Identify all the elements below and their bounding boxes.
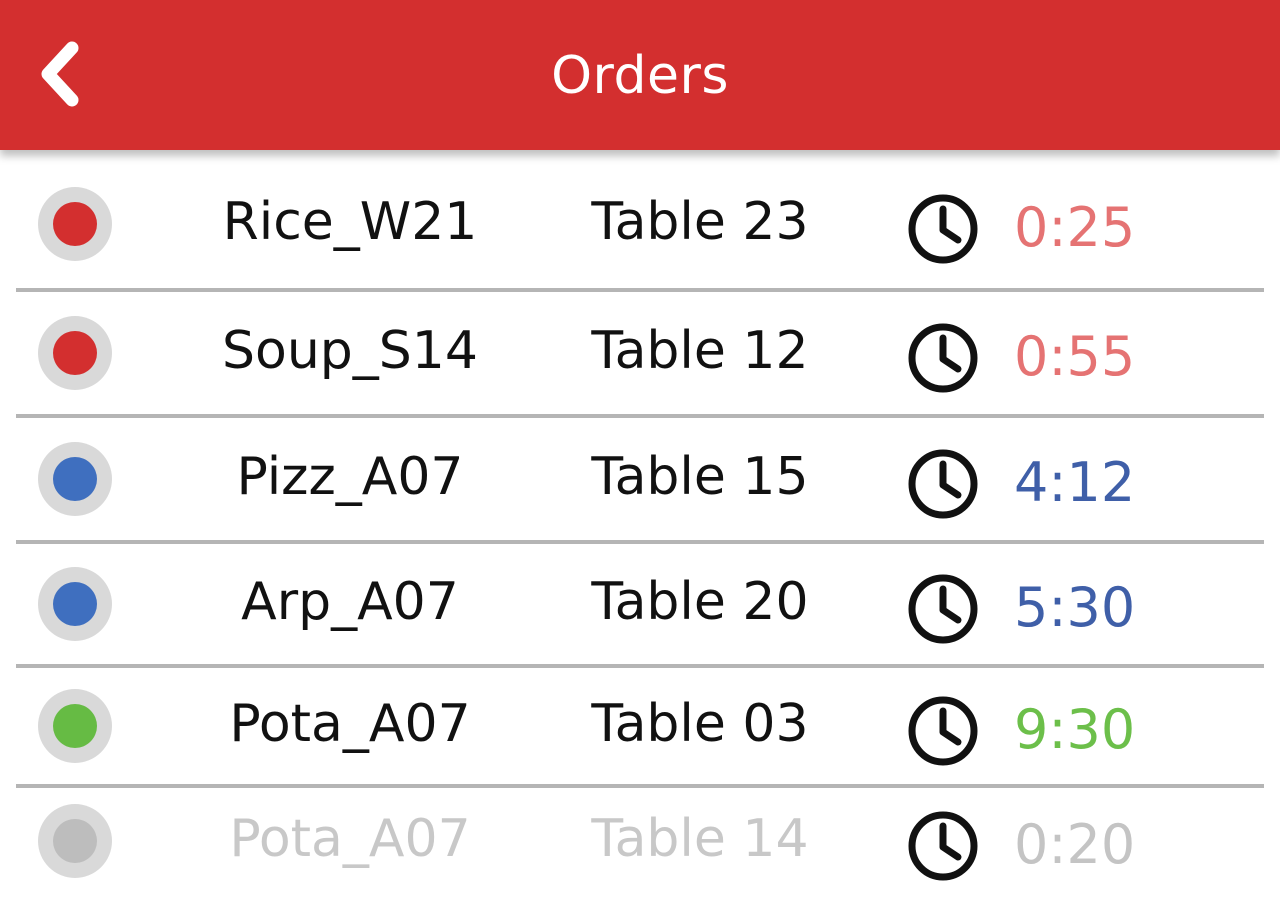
page-title: Orders	[551, 46, 729, 106]
orders-screen: Orders Rice_W21 Table 23 0:25 Soup_S14 Table…	[0, 0, 1280, 900]
order-table: Table 14	[591, 809, 809, 869]
order-elapsed-time: 5:30	[1014, 576, 1136, 639]
order-name: Pota_A07	[229, 809, 471, 869]
order-list: Rice_W21 Table 23 0:25 Soup_S14 Table 12 0:55…	[0, 160, 1280, 898]
order-row[interactable]: Pota_A07 Table 03 9:30	[0, 668, 1280, 788]
status-dot-core	[53, 202, 97, 246]
status-dot-core	[53, 331, 97, 375]
order-table: Table 23	[591, 192, 809, 252]
order-elapsed-time: 9:30	[1014, 698, 1136, 761]
order-table: Table 15	[591, 447, 809, 507]
status-indicator	[38, 689, 112, 763]
order-row[interactable]: Arp_A07 Table 20 5:30	[0, 544, 1280, 668]
order-table: Table 03	[591, 694, 809, 754]
status-dot-core	[53, 582, 97, 626]
order-name: Pota_A07	[229, 694, 471, 754]
order-elapsed-time: 0:55	[1014, 325, 1136, 388]
order-row[interactable]: Pota_A07 Table 14 0:20	[0, 788, 1280, 898]
order-table: Table 20	[591, 572, 809, 632]
clock-icon	[906, 809, 980, 883]
order-row[interactable]: Pizz_A07 Table 15 4:12	[0, 418, 1280, 544]
order-name: Arp_A07	[241, 572, 459, 632]
status-dot-core	[53, 704, 97, 748]
order-elapsed-time: 0:20	[1014, 813, 1136, 876]
order-row[interactable]: Rice_W21 Table 23 0:25	[0, 160, 1280, 292]
clock-icon	[906, 321, 980, 395]
app-bar: Orders	[0, 0, 1280, 150]
status-indicator	[38, 187, 112, 261]
order-elapsed-time: 0:25	[1014, 196, 1136, 259]
order-table: Table 12	[591, 321, 809, 381]
status-indicator	[38, 567, 112, 641]
status-indicator	[38, 316, 112, 390]
clock-icon	[906, 572, 980, 646]
clock-icon	[906, 447, 980, 521]
clock-icon	[906, 192, 980, 266]
order-name: Rice_W21	[222, 192, 478, 252]
order-row[interactable]: Soup_S14 Table 12 0:55	[0, 292, 1280, 418]
clock-icon	[906, 694, 980, 768]
status-dot-core	[53, 457, 97, 501]
order-name: Soup_S14	[222, 321, 478, 381]
status-dot-core	[53, 819, 97, 863]
order-name: Pizz_A07	[236, 447, 464, 507]
status-indicator	[38, 804, 112, 878]
status-indicator	[38, 442, 112, 516]
order-elapsed-time: 4:12	[1014, 451, 1136, 514]
